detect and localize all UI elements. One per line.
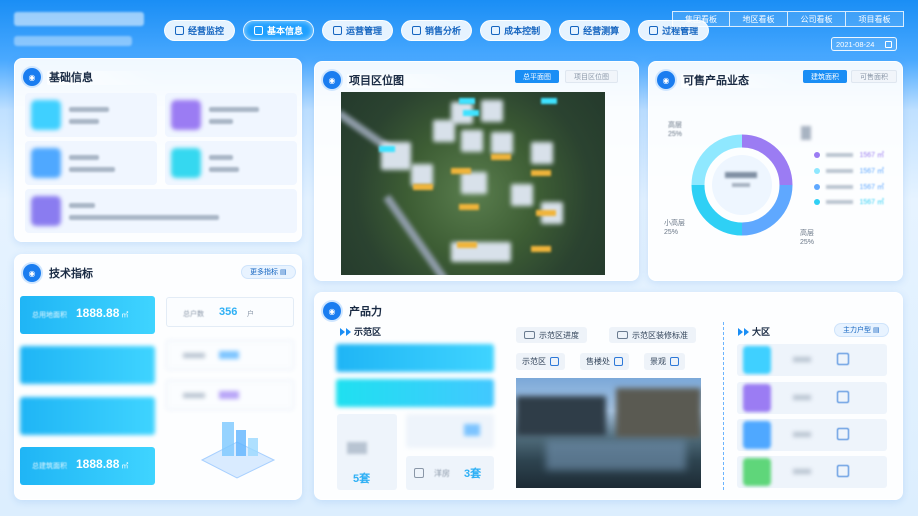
demo-standard-button[interactable]: 示范区装修标准 — [609, 327, 696, 343]
legend-row-4: 1567 ㎡ — [814, 199, 884, 206]
document-icon — [31, 148, 61, 178]
saleable-area-button[interactable]: 可售面积 — [851, 70, 897, 83]
chip-landscape[interactable]: 景观 — [644, 353, 685, 370]
tab-business-monitor[interactable]: 经营监控 — [164, 20, 236, 41]
basic-item-4 — [165, 141, 297, 185]
stat-2 — [166, 340, 294, 370]
district-row-4[interactable] — [737, 456, 887, 488]
model-room-total: 5套 — [337, 414, 397, 490]
model-room-type-1 — [406, 414, 494, 448]
donut-label-tl: 高层 25% — [668, 122, 683, 138]
building-area-button[interactable]: 建筑面积 — [803, 70, 847, 83]
search-icon — [670, 357, 679, 366]
company-icon — [31, 100, 61, 130]
district-row-3[interactable] — [737, 419, 887, 451]
donut-center-label — [717, 172, 765, 196]
stat-3 — [166, 380, 294, 410]
search-icon — [550, 357, 559, 366]
tech-title: ◉ 技术指标 — [23, 263, 157, 283]
board-switcher: 集团看板 地区看板 公司看板 项目看板 — [672, 11, 904, 27]
donut-label-br: 高层 25% — [800, 230, 815, 246]
aerial-site-map[interactable] — [341, 92, 605, 275]
panel-logo-icon: ◉ — [23, 68, 41, 86]
tab-sales[interactable]: 销售分析 — [401, 20, 473, 41]
tech-card-build-area: 总建筑面积 1888.88 ㎡ — [20, 447, 155, 485]
basic-item-company — [25, 93, 157, 137]
tech-card-2 — [20, 346, 155, 384]
operation-icon — [333, 26, 343, 35]
basic-info-panel: ◉ 基础信息 — [14, 58, 302, 242]
demo-progress-button[interactable]: 示范区进度 — [516, 327, 587, 343]
basic-item-address — [25, 189, 297, 233]
date-value: 2021-08-24 — [836, 39, 875, 49]
app-logo-title — [14, 12, 144, 26]
donut-label-bl: 小高层 25% — [664, 220, 685, 236]
search-icon — [837, 465, 849, 477]
panel-logo-icon: ◉ — [323, 71, 341, 89]
main-nav: 经营监控 基本信息 运营管理 销售分析 成本控制 经营测算 过程管理 — [164, 20, 710, 41]
more-metrics-button[interactable]: 更多指标 ▤ — [241, 265, 296, 279]
divider — [723, 322, 724, 490]
panel-logo-icon: ◉ — [23, 264, 41, 282]
progress-icon — [524, 331, 535, 339]
chip-demo-area[interactable]: 示范区 — [516, 353, 565, 370]
building-icon — [171, 148, 201, 178]
basic-item-acquire — [165, 93, 297, 137]
board-company[interactable]: 公司看板 — [788, 11, 846, 27]
legend-row-3: 1567 ㎡ — [814, 184, 884, 191]
district-row-2[interactable] — [737, 382, 887, 414]
app-subtitle — [14, 36, 132, 46]
stat-households: 总户数 356 户 — [166, 297, 294, 327]
sales-icon — [412, 26, 422, 35]
monitor-icon — [175, 26, 184, 35]
search-icon — [614, 357, 623, 366]
board-project[interactable]: 项目看板 — [846, 11, 904, 27]
cost-icon — [491, 26, 501, 35]
panel-logo-icon: ◉ — [323, 302, 341, 320]
standard-icon — [617, 331, 628, 339]
house-icon — [414, 468, 424, 478]
saleable-title: ◉ 可售产品业态 — [657, 70, 791, 90]
tab-operation[interactable]: 运营管理 — [322, 20, 394, 41]
date-picker[interactable]: 2021-08-24 — [831, 37, 897, 51]
process-icon — [649, 26, 659, 35]
tab-basic-info[interactable]: 基本信息 — [243, 20, 315, 41]
legend-row-2: 1567 ㎡ — [814, 168, 884, 175]
building-illustration — [200, 422, 276, 479]
tab-estimate[interactable]: 经营测算 — [559, 20, 631, 41]
search-icon — [837, 428, 849, 440]
basic-info-title: ◉ 基础信息 — [23, 67, 157, 87]
location-map-button[interactable]: 项目区位图 — [565, 70, 618, 83]
model-room-house: 洋房 3套 — [406, 456, 494, 490]
tech-card-land-area: 总用地面积 1888.88 ㎡ — [20, 296, 155, 334]
info-icon — [254, 26, 264, 35]
product-title: ◉ 产品力 — [323, 301, 457, 321]
calendar-icon — [885, 40, 892, 48]
legend-row-1: 1567 ㎡ — [814, 152, 884, 159]
panel-logo-icon: ◉ — [657, 71, 675, 89]
basic-item-3 — [25, 141, 157, 185]
top-bar: 经营监控 基本信息 运营管理 销售分析 成本控制 经营测算 过程管理 集团看板 … — [0, 0, 918, 60]
estimate-icon — [570, 26, 580, 35]
search-icon — [837, 391, 849, 403]
demo-area-photo[interactable] — [516, 378, 701, 488]
demo-area-heading: 示范区 — [340, 325, 381, 338]
tech-card-3 — [20, 397, 155, 435]
board-region[interactable]: 地区看板 — [730, 11, 788, 27]
board-group[interactable]: 集团看板 — [672, 11, 730, 27]
main-type-button[interactable]: 主力户型 ▤ — [834, 323, 889, 337]
district-heading: 大区 — [738, 325, 770, 338]
location-title: ◉ 项目区位图 — [323, 70, 457, 90]
chip-sales-office[interactable]: 售楼处 — [580, 353, 629, 370]
district-row-1[interactable] — [737, 344, 887, 376]
acquire-icon — [171, 100, 201, 130]
site-plan-button[interactable]: 总平面图 — [515, 70, 559, 83]
demo-row-2[interactable] — [336, 379, 494, 407]
demo-row-1[interactable] — [336, 344, 494, 372]
location-icon — [31, 196, 61, 226]
tab-cost[interactable]: 成本控制 — [480, 20, 552, 41]
search-icon — [837, 353, 849, 365]
